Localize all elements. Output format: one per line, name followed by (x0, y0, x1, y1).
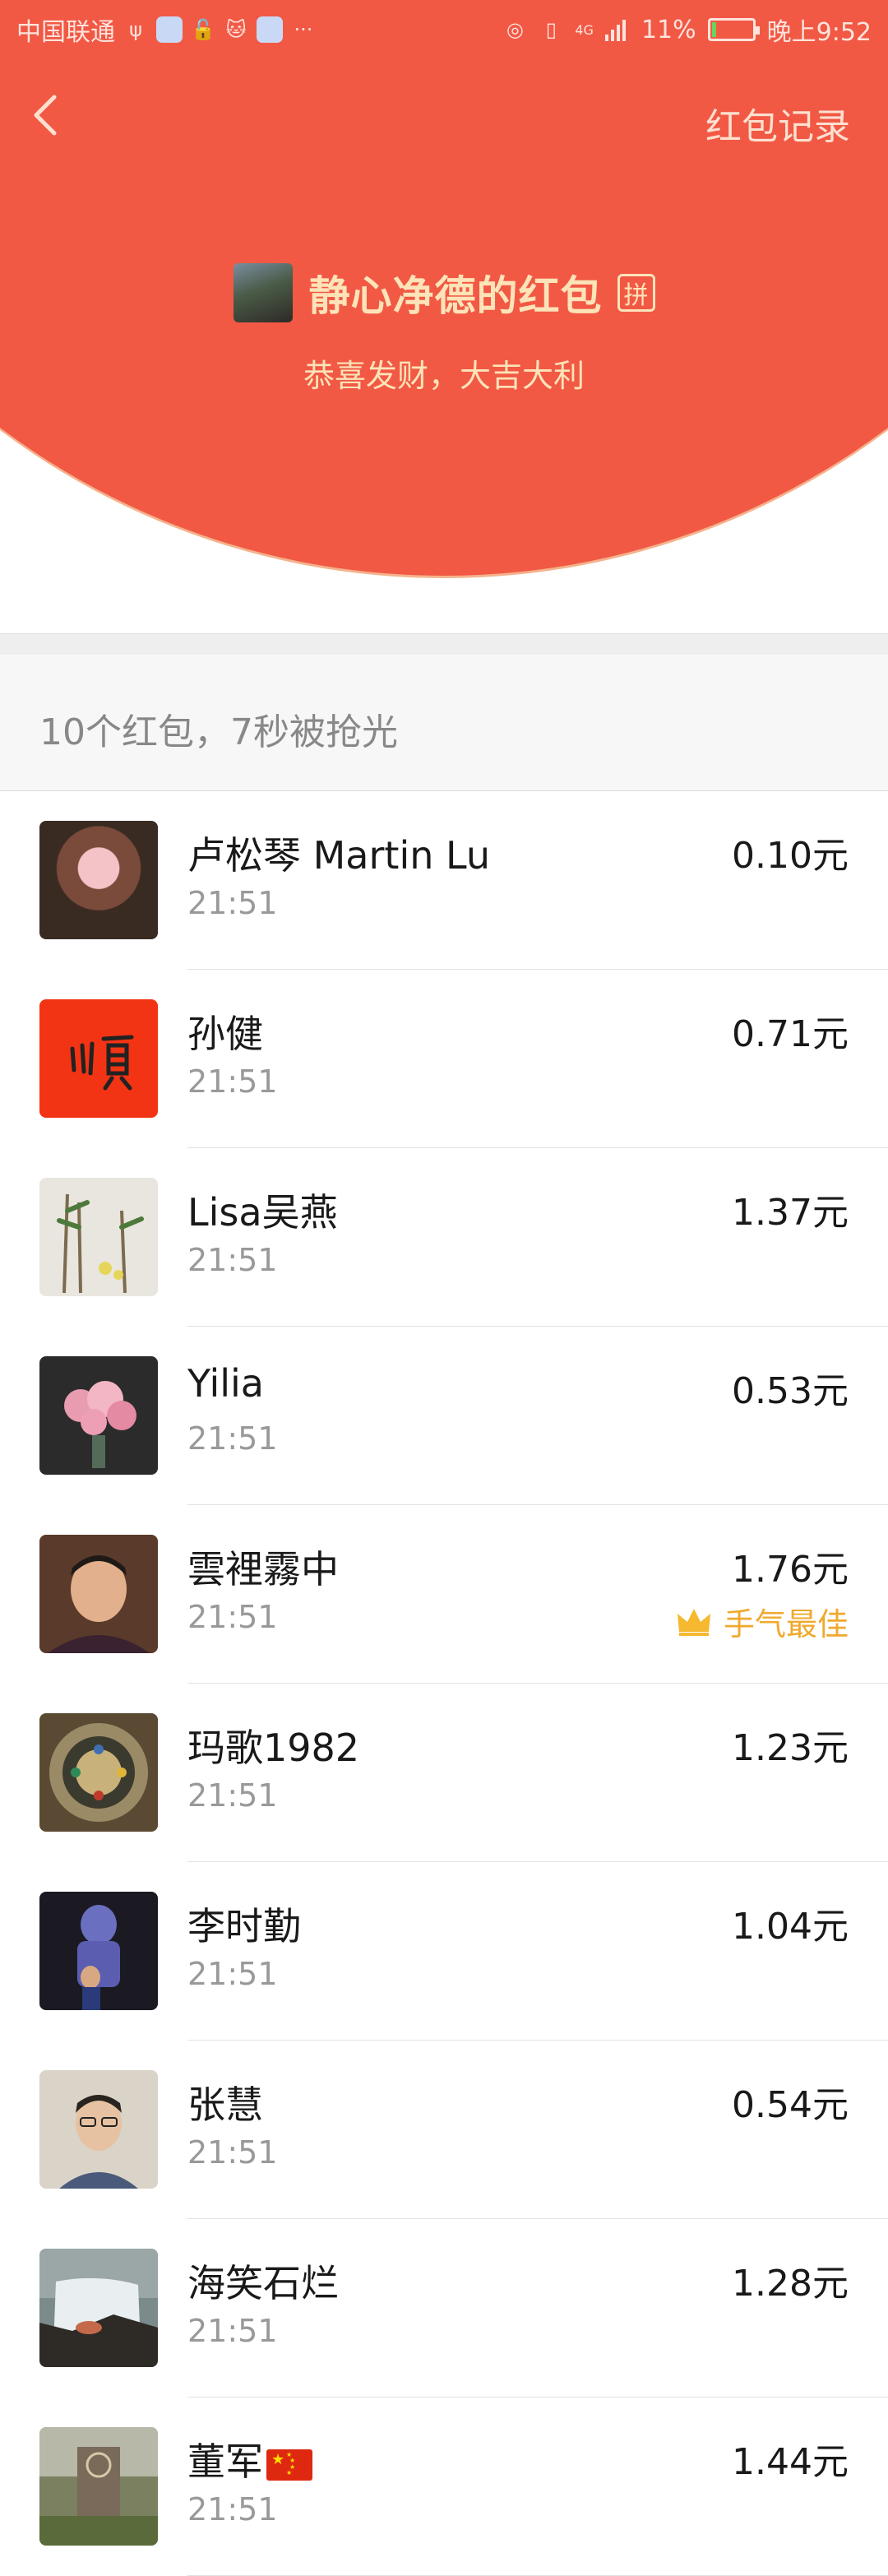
amount: 1.04元 (732, 1906, 849, 1948)
battery-level-fill (711, 22, 716, 37)
receive-time: 21:51 (187, 1063, 278, 1100)
battery-icon (707, 18, 760, 41)
recipient-list: 卢松琴 Martin Lu 21:51 0.10元 孙健 21:51 0.71元… (0, 791, 888, 2576)
amount: 1.76元 (732, 1549, 849, 1591)
receive-time: 21:51 (187, 2134, 278, 2171)
list-item[interactable]: 雲裡霧中 21:51 1.76元 手气最佳 (0, 1505, 888, 1684)
chevron-left-icon (34, 95, 57, 136)
sender-title: 静心净德的红包 (308, 272, 603, 320)
carrier-label: 中国联通 (16, 18, 115, 47)
recipient-name: 雲裡霧中 (187, 1547, 339, 1591)
clock: 晚上9:52 (766, 18, 872, 47)
signal-icon (604, 20, 626, 41)
list-item[interactable]: 海笑石烂 21:51 1.28元 (0, 2219, 888, 2398)
list-item[interactable]: Lisa吴燕 21:51 1.37元 (0, 1148, 888, 1327)
receive-time: 21:51 (187, 1956, 278, 1992)
avatar-waterfall[interactable] (39, 2249, 158, 2367)
waterfall-shape (39, 2249, 158, 2367)
flowers-shape (64, 1381, 136, 1468)
best-luck-label: 手气最佳 (723, 1606, 849, 1642)
recipient-name: Yilia (187, 1361, 264, 1406)
recipient-name: 董军 ★ ★ ★ ★ ★ (187, 2432, 312, 2486)
avatar-bamboo-painting[interactable] (39, 1178, 158, 1296)
avatar-man-portrait[interactable] (39, 1535, 158, 1653)
amount: 1.44元 (732, 2441, 849, 2483)
recipient-name: 李时勤 (187, 1904, 301, 1948)
mandala-shape (49, 1723, 148, 1822)
summary-text: 10个红包，7秒被抢光 (39, 711, 398, 753)
recipient-name: Lisa吴燕 (187, 1190, 338, 1235)
app-notification-icon (156, 16, 183, 43)
receive-time: 21:51 (187, 2313, 278, 2349)
statue-shape (77, 1905, 120, 2010)
status-bar: 中国联通 ψ 🔓 🐱 ··· ◎ ▯ 4G 11% 晚上9:52 (0, 0, 888, 58)
recipient-name: 海笑石烂 (187, 2261, 339, 2305)
avatar-photo-pink[interactable] (39, 821, 158, 939)
avatar-red-calligraphy[interactable] (39, 999, 158, 1118)
back-button[interactable] (30, 90, 62, 140)
cat-notification-icon: 🐱 (225, 18, 247, 41)
amount: 0.71元 (732, 1013, 849, 1055)
list-item[interactable]: 卢松琴 Martin Lu 21:51 0.10元 (0, 791, 888, 970)
list-item[interactable]: 董军 ★ ★ ★ ★ ★ 21:51 1.44元 (0, 2398, 888, 2576)
china-flag-icon: ★ ★ ★ ★ ★ (266, 2449, 312, 2481)
avatar-statue-photo[interactable] (39, 1892, 158, 2010)
avatar-man-glasses[interactable] (39, 2070, 158, 2189)
receive-time: 21:51 (187, 2491, 278, 2527)
amount: 1.28元 (732, 2263, 849, 2305)
amount: 0.54元 (732, 2084, 849, 2126)
avatar-mandala[interactable] (39, 1713, 158, 1832)
recipient-name: 张慧 (187, 2083, 263, 2127)
lock-notification-icon: 🔓 (191, 18, 215, 41)
more-icon: ··· (294, 18, 313, 41)
recipient-name: 孙健 (187, 1012, 263, 1056)
network-type-label: 4G (575, 21, 594, 38)
usb-icon: ψ (129, 18, 142, 41)
app-notification-icon-2 (257, 16, 283, 43)
hotspot-icon: ◎ (506, 18, 524, 41)
receive-time: 21:51 (187, 1777, 278, 1814)
receive-time: 21:51 (187, 1599, 278, 1635)
recipient-name: 玛歌1982 (187, 1726, 360, 1770)
summary-bar: 10个红包，7秒被抢光 (0, 655, 888, 791)
amount: 0.53元 (732, 1370, 849, 1412)
receive-time: 21:51 (187, 1242, 278, 1278)
battery-percent: 11% (641, 15, 696, 44)
portrait-shape (48, 1555, 150, 1653)
list-item[interactable]: 孙健 21:51 0.71元 (0, 970, 888, 1148)
amount: 1.23元 (732, 1727, 849, 1769)
sender-row: 静心净德的红包 拼 (0, 263, 888, 322)
pin-luck-badge: 拼 (617, 274, 655, 312)
best-luck-badge: 手气最佳 (676, 1599, 849, 1644)
crown-icon (677, 1608, 710, 1636)
avatar-pink-flowers[interactable] (39, 1356, 158, 1475)
recipient-name: 卢松琴 Martin Lu (187, 833, 490, 878)
recipient-name-text: 董军 (187, 2439, 263, 2484)
receive-time: 21:51 (187, 885, 278, 921)
receive-time: 21:51 (187, 1420, 278, 1457)
red-packet-records-link[interactable]: 红包记录 (705, 97, 850, 150)
calligraphy-shape (70, 1035, 134, 1091)
section-gap (0, 633, 888, 656)
portrait-glasses-shape (59, 2095, 138, 2189)
list-item[interactable]: 李时勤 21:51 1.04元 (0, 1862, 888, 2041)
list-item[interactable]: 玛歌1982 21:51 1.23元 (0, 1684, 888, 1862)
bamboo-shape (57, 1193, 144, 1294)
amount: 0.10元 (732, 835, 849, 877)
blessing-text: 恭喜发财，大吉大利 (303, 358, 585, 394)
avatar-monument[interactable] (39, 2427, 158, 2546)
vibrate-icon: ▯ (545, 18, 557, 41)
list-item[interactable]: 张慧 21:51 0.54元 (0, 2041, 888, 2219)
amount: 1.37元 (732, 1192, 849, 1234)
sender-avatar[interactable] (233, 263, 293, 322)
red-packet-header: 中国联通 ψ 🔓 🐱 ··· ◎ ▯ 4G 11% 晚上9:52 红包记录 静心… (0, 0, 888, 633)
list-item[interactable]: Yilia 21:51 0.53元 (0, 1327, 888, 1505)
monument-shape (39, 2427, 158, 2546)
